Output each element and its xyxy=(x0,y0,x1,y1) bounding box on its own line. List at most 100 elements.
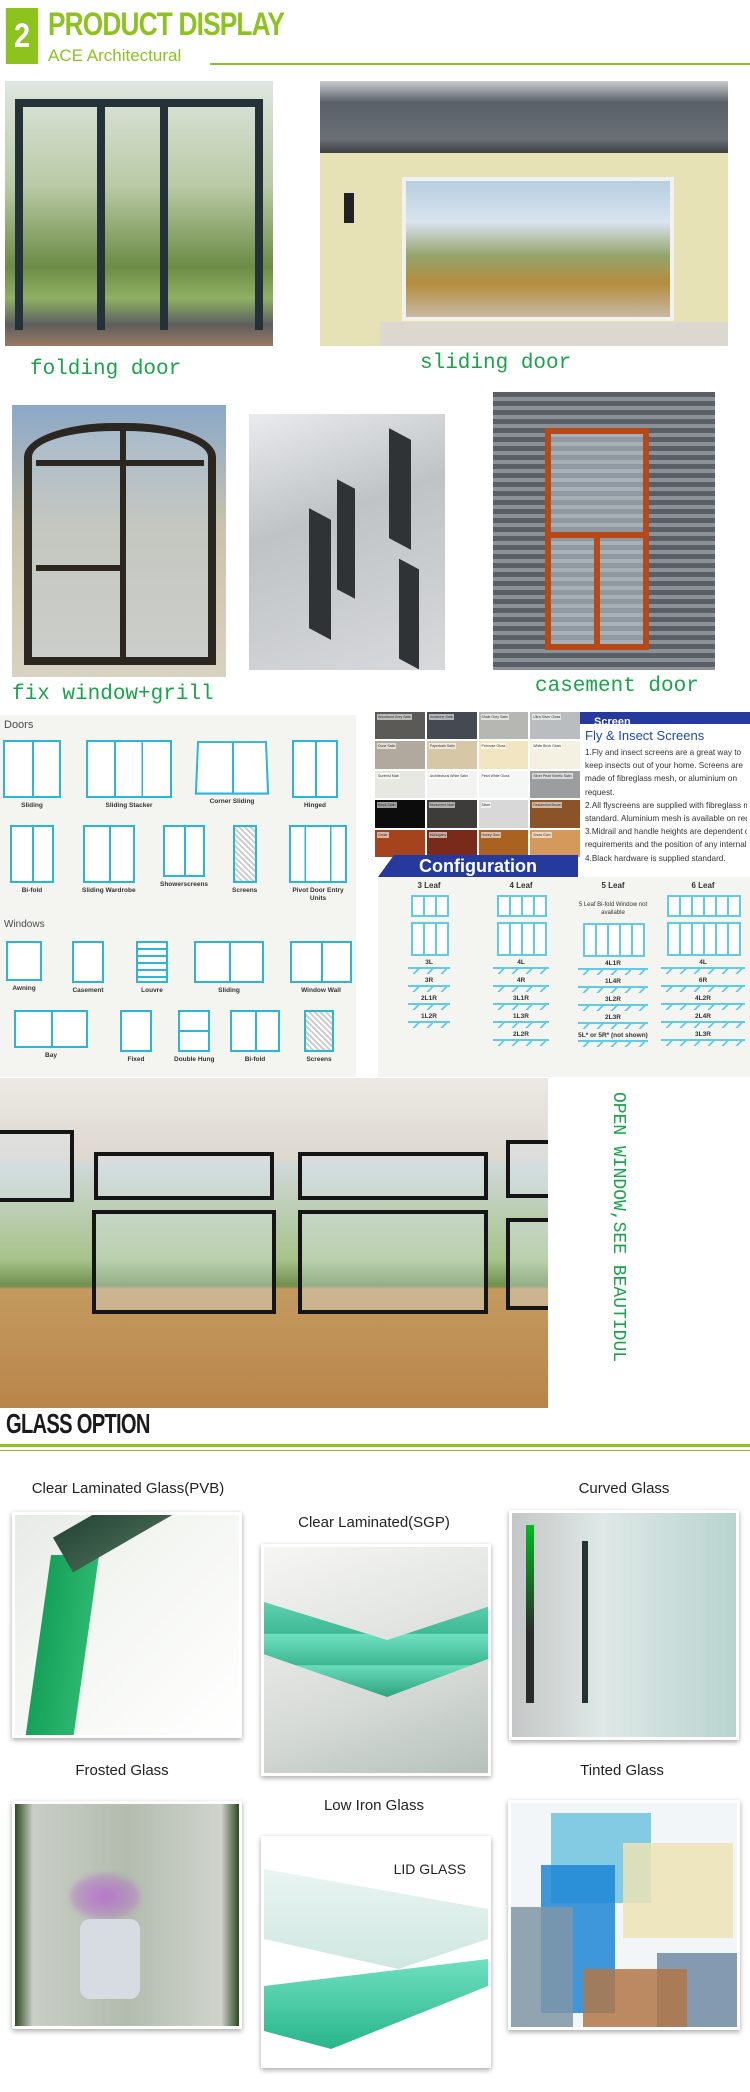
fix-window-caption: fix window+grill xyxy=(12,683,214,706)
fold-pattern-icon xyxy=(578,1003,648,1011)
swatch-label: Dune Satin xyxy=(377,743,397,750)
fold-pattern-icon xyxy=(408,985,450,992)
door-type-label: Pivot Door Entry Units xyxy=(292,887,344,902)
colour-swatch: Black Satin xyxy=(375,800,425,828)
swatch-label: Woodland Grey Satin xyxy=(377,714,413,720)
lid-glass-overlay-label: LID GLASS xyxy=(393,1861,466,1877)
folding-door-caption: folding door xyxy=(30,358,182,381)
screen-text-line: 3.Midrail and handle heights are depende… xyxy=(585,827,747,837)
colour-swatch-grid: Woodland Grey Satin Ironstone Satin Shale … xyxy=(375,712,580,857)
screen-text-line: 1.Fly and insect screens are a great way… xyxy=(585,748,742,757)
window-type-label: Bay xyxy=(45,1052,57,1059)
colour-swatch: Pearl White Gloss xyxy=(478,770,529,799)
window-type-label: Window Wall xyxy=(301,987,341,994)
door-panel-diagram xyxy=(568,922,658,957)
swatch-label: Pearl White Gloss xyxy=(480,772,511,779)
colour-swatch: Woodland Grey Satin xyxy=(375,712,425,740)
window-type-label: Casement xyxy=(72,987,104,994)
config-option-label: 4L xyxy=(699,959,707,966)
screen-text-line: keep insects out of your home. Screens a… xyxy=(585,761,743,771)
glass-card-curved xyxy=(509,1510,739,1740)
window-type-label: Louvre xyxy=(141,987,163,994)
fold-pattern-icon xyxy=(661,985,745,992)
page-title: PRODUCT DISPLAY xyxy=(48,6,285,42)
config-option-label: 4L xyxy=(517,959,525,966)
screen-tab-label: Screen xyxy=(594,716,631,728)
sliding-door-caption: sliding door xyxy=(420,352,572,375)
fold-pattern-icon xyxy=(578,1021,648,1029)
door-panel-diagram xyxy=(660,922,746,956)
screen-description: 1.Fly and insect screens are a great way… xyxy=(585,746,747,865)
glass-card-frosted xyxy=(12,1801,242,2029)
config-option-label: 3L2R xyxy=(605,995,621,1003)
door-type-label: Hinged xyxy=(303,802,327,809)
sliding-door-photo xyxy=(320,81,728,346)
glass-section-divider xyxy=(0,1444,750,1447)
config-option-label: 4L2R xyxy=(695,995,711,1002)
fold-pattern-icon xyxy=(493,985,549,992)
leaf-panel xyxy=(435,895,449,917)
swatch-label: Shale Grey Satin xyxy=(480,714,509,720)
config-option-label: 6R xyxy=(698,977,708,984)
leaf-panel xyxy=(727,922,741,956)
fold-pattern-icon xyxy=(578,985,648,993)
door-type-label: Showerscreens xyxy=(160,881,209,888)
door-type-label: Sliding Stacker xyxy=(105,802,153,809)
config-option-label: 3L3R xyxy=(695,1031,711,1038)
swatch-label: Snow Gum xyxy=(532,831,552,838)
leaf-panel xyxy=(435,922,449,956)
configuration-banner: Configuration xyxy=(378,855,578,877)
window-panel-diagram xyxy=(660,895,746,917)
config-column: 3 Leaf 3L 3R 2L1R 1L2R xyxy=(386,881,472,1028)
folding-door-photo xyxy=(5,81,273,346)
fold-pattern-icon xyxy=(408,967,450,974)
colour-swatch: Paperbark Satin xyxy=(426,741,477,769)
swatch-label: Paperbark Satin xyxy=(428,743,456,750)
fold-pattern-icon xyxy=(493,1003,549,1010)
section-number-badge: 2 xyxy=(5,8,39,64)
config-column-heading: 4 Leaf xyxy=(509,881,533,890)
config-option-label: 1L4R xyxy=(605,977,621,985)
config-option-label: 3R xyxy=(424,977,434,984)
swatch-label: Residential Brown xyxy=(532,802,563,809)
colour-swatch: Mahogany xyxy=(426,829,477,857)
colour-swatch: Silver Pearl Kinetic Satin xyxy=(530,770,580,799)
fold-pattern-icon xyxy=(661,1021,745,1028)
swatch-label: Honey Gum xyxy=(480,831,502,838)
swatch-label: White Birch Gloss xyxy=(532,743,563,750)
glass-label-sgp: Clear Laminated(SGP) xyxy=(298,1514,450,1531)
window-type-label: Awning xyxy=(12,985,36,992)
config-column: 5 Leaf 5 Leaf Bi-fold Window not availabl… xyxy=(568,881,658,1047)
config-option-label: 1L2R xyxy=(421,1013,437,1020)
screen-text-line: standard. Aluminium mesh is available on… xyxy=(585,814,747,824)
door-panel-diagram xyxy=(386,922,472,956)
fold-pattern-icon xyxy=(578,967,648,975)
screen-text-line: requirements and the position of any int… xyxy=(585,840,747,850)
config-option-label: 2L4R xyxy=(695,1013,711,1020)
leaf-panel xyxy=(533,895,547,917)
window-type-label: Bi-fold xyxy=(244,1056,266,1063)
brand-subtitle: ACE Architectural xyxy=(48,46,182,65)
config-column-heading: 6 Leaf xyxy=(691,881,715,890)
swatch-label: Ironstone Satin xyxy=(428,714,455,720)
glass-label-frosted: Frosted Glass xyxy=(75,1762,169,1779)
door-type-label: Screens xyxy=(232,887,258,894)
swatch-label: Black Satin xyxy=(377,802,397,809)
glass-card-pvb xyxy=(12,1512,242,1738)
colour-swatch: Silver xyxy=(478,800,529,828)
config-option-label: 3L xyxy=(425,959,433,966)
config-option-label: 5L* or 5R* (not shown) xyxy=(578,1031,648,1039)
door-type-label: Sliding Wardrobe xyxy=(82,887,136,894)
swatch-label: Primrose Gloss xyxy=(480,743,507,750)
colour-swatch: Ironstone Satin xyxy=(426,712,477,740)
glass-section-divider-thin xyxy=(0,1450,750,1451)
config-column: 6 Leaf 4L 6R 4L2R 2L4R 3L3R xyxy=(660,881,746,1046)
config-option-label: 2L2R xyxy=(513,1031,529,1038)
leaf-panel xyxy=(727,895,741,917)
glass-label-curved: Curved Glass xyxy=(578,1480,670,1497)
fold-pattern-icon xyxy=(408,1003,450,1010)
aluminium-profiles-photo xyxy=(249,414,445,670)
header-divider xyxy=(210,63,750,65)
glass-card-tinted xyxy=(508,1800,740,2030)
swatch-label: Silver xyxy=(480,802,492,809)
